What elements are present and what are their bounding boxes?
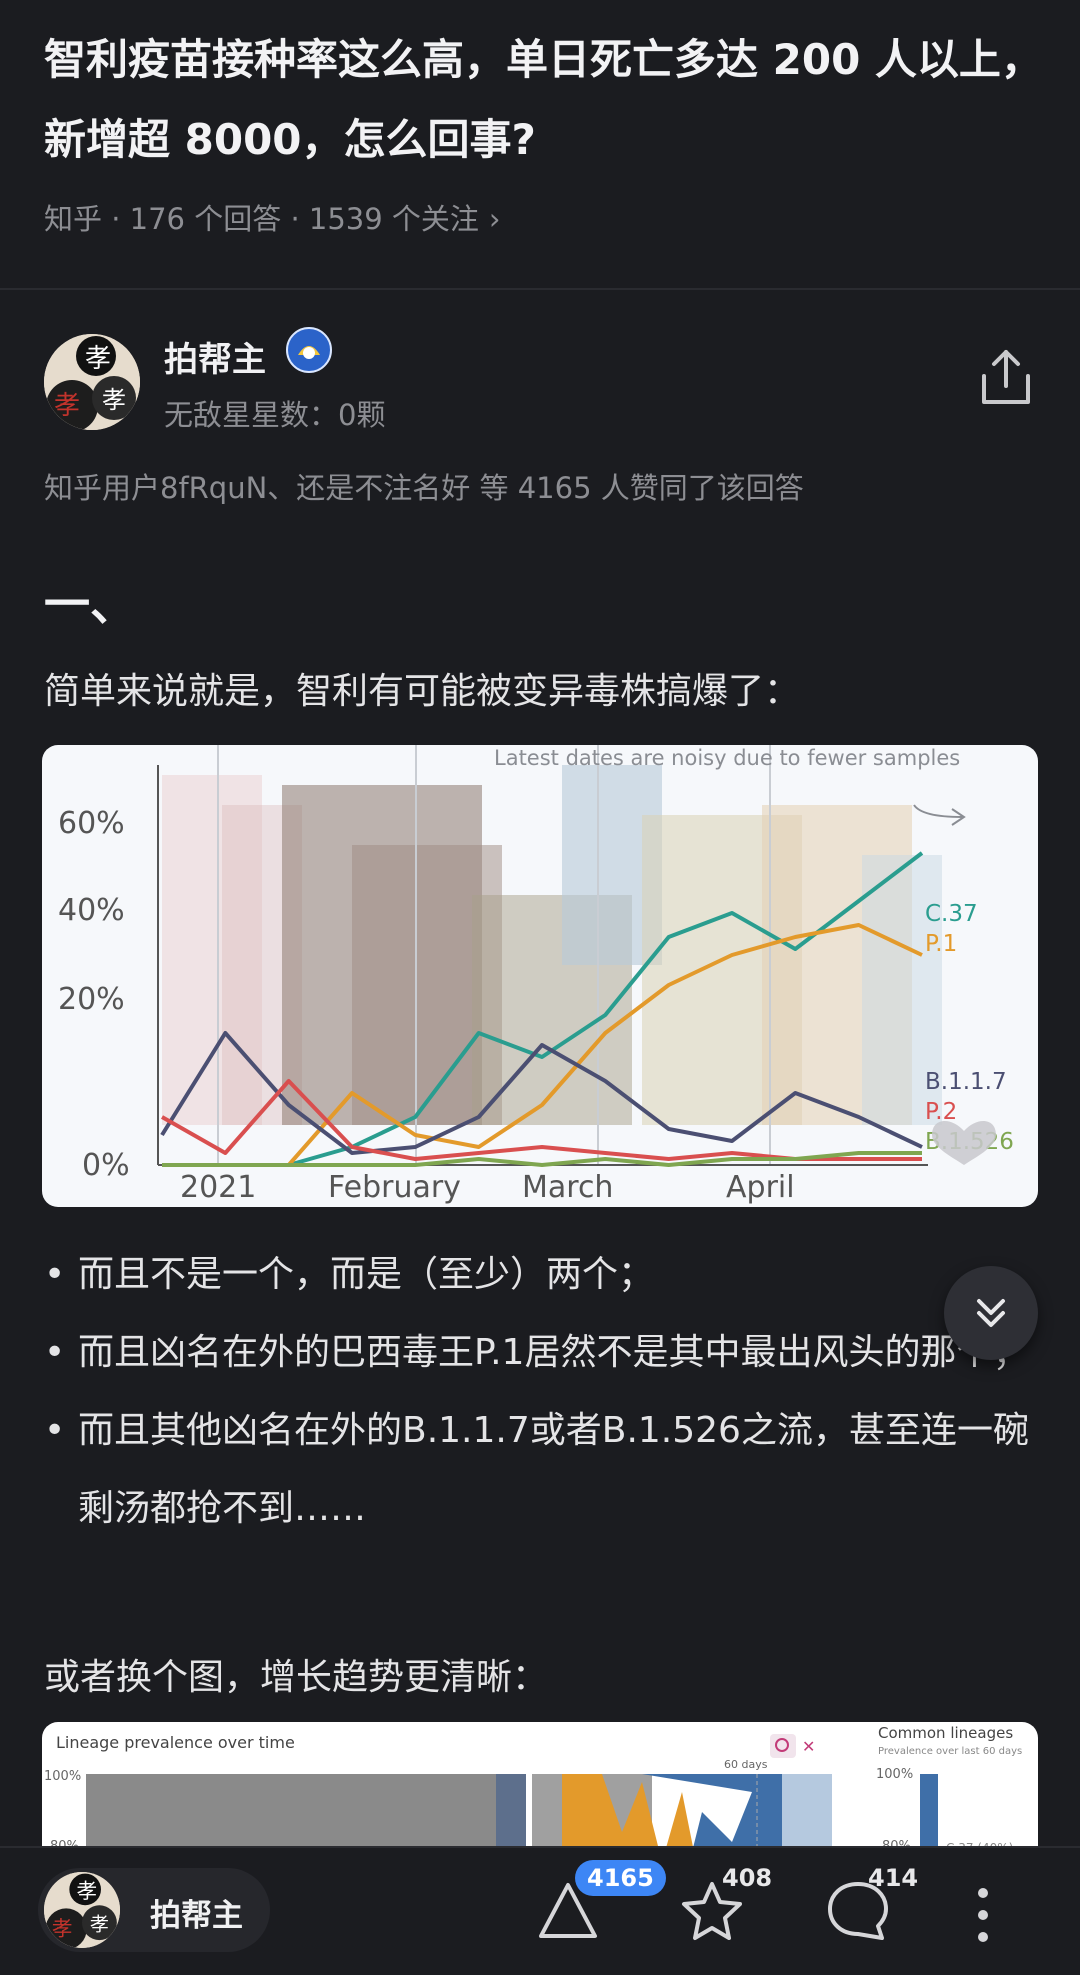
upvoters-line[interactable]: 知乎用户8fRquN、还是不注名好 等 4165 人赞同了该回答 (44, 465, 804, 507)
y-tick-0: 0% (82, 1148, 130, 1183)
avatar-char-left: 孝 (54, 391, 80, 421)
favorite-count: 408 (722, 1864, 773, 1892)
legend-b117: B.1.1.7 (925, 1069, 1007, 1095)
bullet-text-2: 而且凶名在外的巴西毒王P.1居然不是其中最出风头的那个； (78, 1332, 1029, 1373)
legend-p1: P.1 (925, 931, 957, 957)
zoom-icon (770, 1734, 796, 1758)
upvote-count: 4165 (575, 1860, 666, 1896)
paragraph-2: 或者换个图，增长趋势更清晰： (44, 1657, 549, 1698)
legend-p2: P.2 (925, 1099, 957, 1125)
x-tick-2021: 2021 (180, 1170, 256, 1205)
expand-down-icon (977, 1299, 1005, 1327)
bullet-text-3: 而且其他凶名在外的B.1.1.7或者B.1.526之流，甚至连一碗剩汤都抢不到…… (78, 1410, 1029, 1529)
chevron-right-icon: › (488, 202, 501, 236)
question-meta[interactable]: 知乎 · 176 个回答 · 1539 个关注 › (44, 196, 501, 238)
paragraph-1: 简单来说就是，智利有可能被变异毒株搞爆了： (44, 671, 801, 712)
list-item: • 而且不是一个，而是（至少）两个； (44, 1254, 655, 1295)
chart2-side-title: Common lineages (878, 1724, 1013, 1742)
comment-count: 414 (868, 1864, 919, 1892)
more-button[interactable] (976, 1886, 990, 1944)
chart1-annotation: Latest dates are noisy due to fewer samp… (494, 746, 960, 770)
x-tick-april: April (726, 1170, 795, 1205)
y-tick-40: 40% (58, 893, 125, 928)
author-badge-icon (286, 327, 332, 373)
series-line-b1526 (162, 1151, 922, 1167)
chart1-svg: 60% 40% 20% 0% 2021 February March April… (58, 745, 1014, 1205)
chart2-side-y-100: 100% (876, 1767, 913, 1782)
author-stars: 无敌星星数：0颗 (164, 398, 386, 432)
list-item: • 而且其他凶名在外的B.1.1.7或者B.1.526之流，甚至连一碗剩汤都抢不到… (44, 1410, 1029, 1529)
y-tick-60: 60% (58, 806, 125, 841)
expand-button[interactable] (944, 1266, 1038, 1360)
bullet-text-1: 而且不是一个，而是（至少）两个； (78, 1254, 655, 1295)
question-title[interactable]: 智利疫苗接种率这么高，单日死亡多达 200 人以上，新增超 8000，怎么回事? (44, 20, 1044, 180)
chart2-annotation: 60 days (724, 1758, 768, 1771)
lineage-chart-1[interactable]: 60% 40% 20% 0% 2021 February March April… (42, 745, 1038, 1207)
divider (0, 288, 1080, 290)
chart2-y-100: 100% (44, 1769, 81, 1784)
y-tick-20: 20% (58, 982, 125, 1017)
heart-icon (932, 1120, 996, 1165)
more-icon (978, 1888, 988, 1942)
avatar-char-left: 孝 (52, 1916, 73, 1940)
avatar[interactable]: 孝 孝 孝 (44, 334, 140, 430)
bottom-author[interactable]: 孝 孝 孝 拍帮主 (38, 1868, 270, 1952)
x-tick-february: February (328, 1170, 461, 1205)
legend-c37: C.37 (925, 901, 978, 927)
avatar-char-top: 孝 (76, 1879, 97, 1903)
reset-zoom-icon: ✕ (802, 1737, 815, 1756)
avatar-char-right: 孝 (90, 1914, 109, 1936)
avatar[interactable]: 孝 孝 孝 (44, 1872, 120, 1948)
section-heading: 一、 (44, 577, 136, 631)
chart2-side-subtitle: Prevalence over last 60 days (878, 1746, 1022, 1757)
avatar-char-right: 孝 (102, 386, 126, 414)
question-meta-text: 知乎 · 176 个回答 · 1539 个关注 (44, 202, 479, 236)
chart2-title: Lineage prevalence over time (56, 1733, 295, 1752)
bottom-author-name: 拍帮主 (150, 1898, 243, 1934)
avatar-char-top: 孝 (85, 344, 111, 374)
x-tick-march: March (522, 1170, 613, 1205)
share-icon[interactable] (978, 348, 1034, 408)
list-item: • 而且凶名在外的巴西毒王P.1居然不是其中最出风头的那个； (44, 1332, 1029, 1373)
bottom-bar: 孝 孝 孝 拍帮主 4165 408 414 (0, 1846, 1080, 1975)
bullet-list: • 而且不是一个，而是（至少）两个； • 而且凶名在外的巴西毒王P.1居然不是其中最… (44, 1236, 1044, 1548)
author-name[interactable]: 拍帮主 (164, 332, 266, 381)
